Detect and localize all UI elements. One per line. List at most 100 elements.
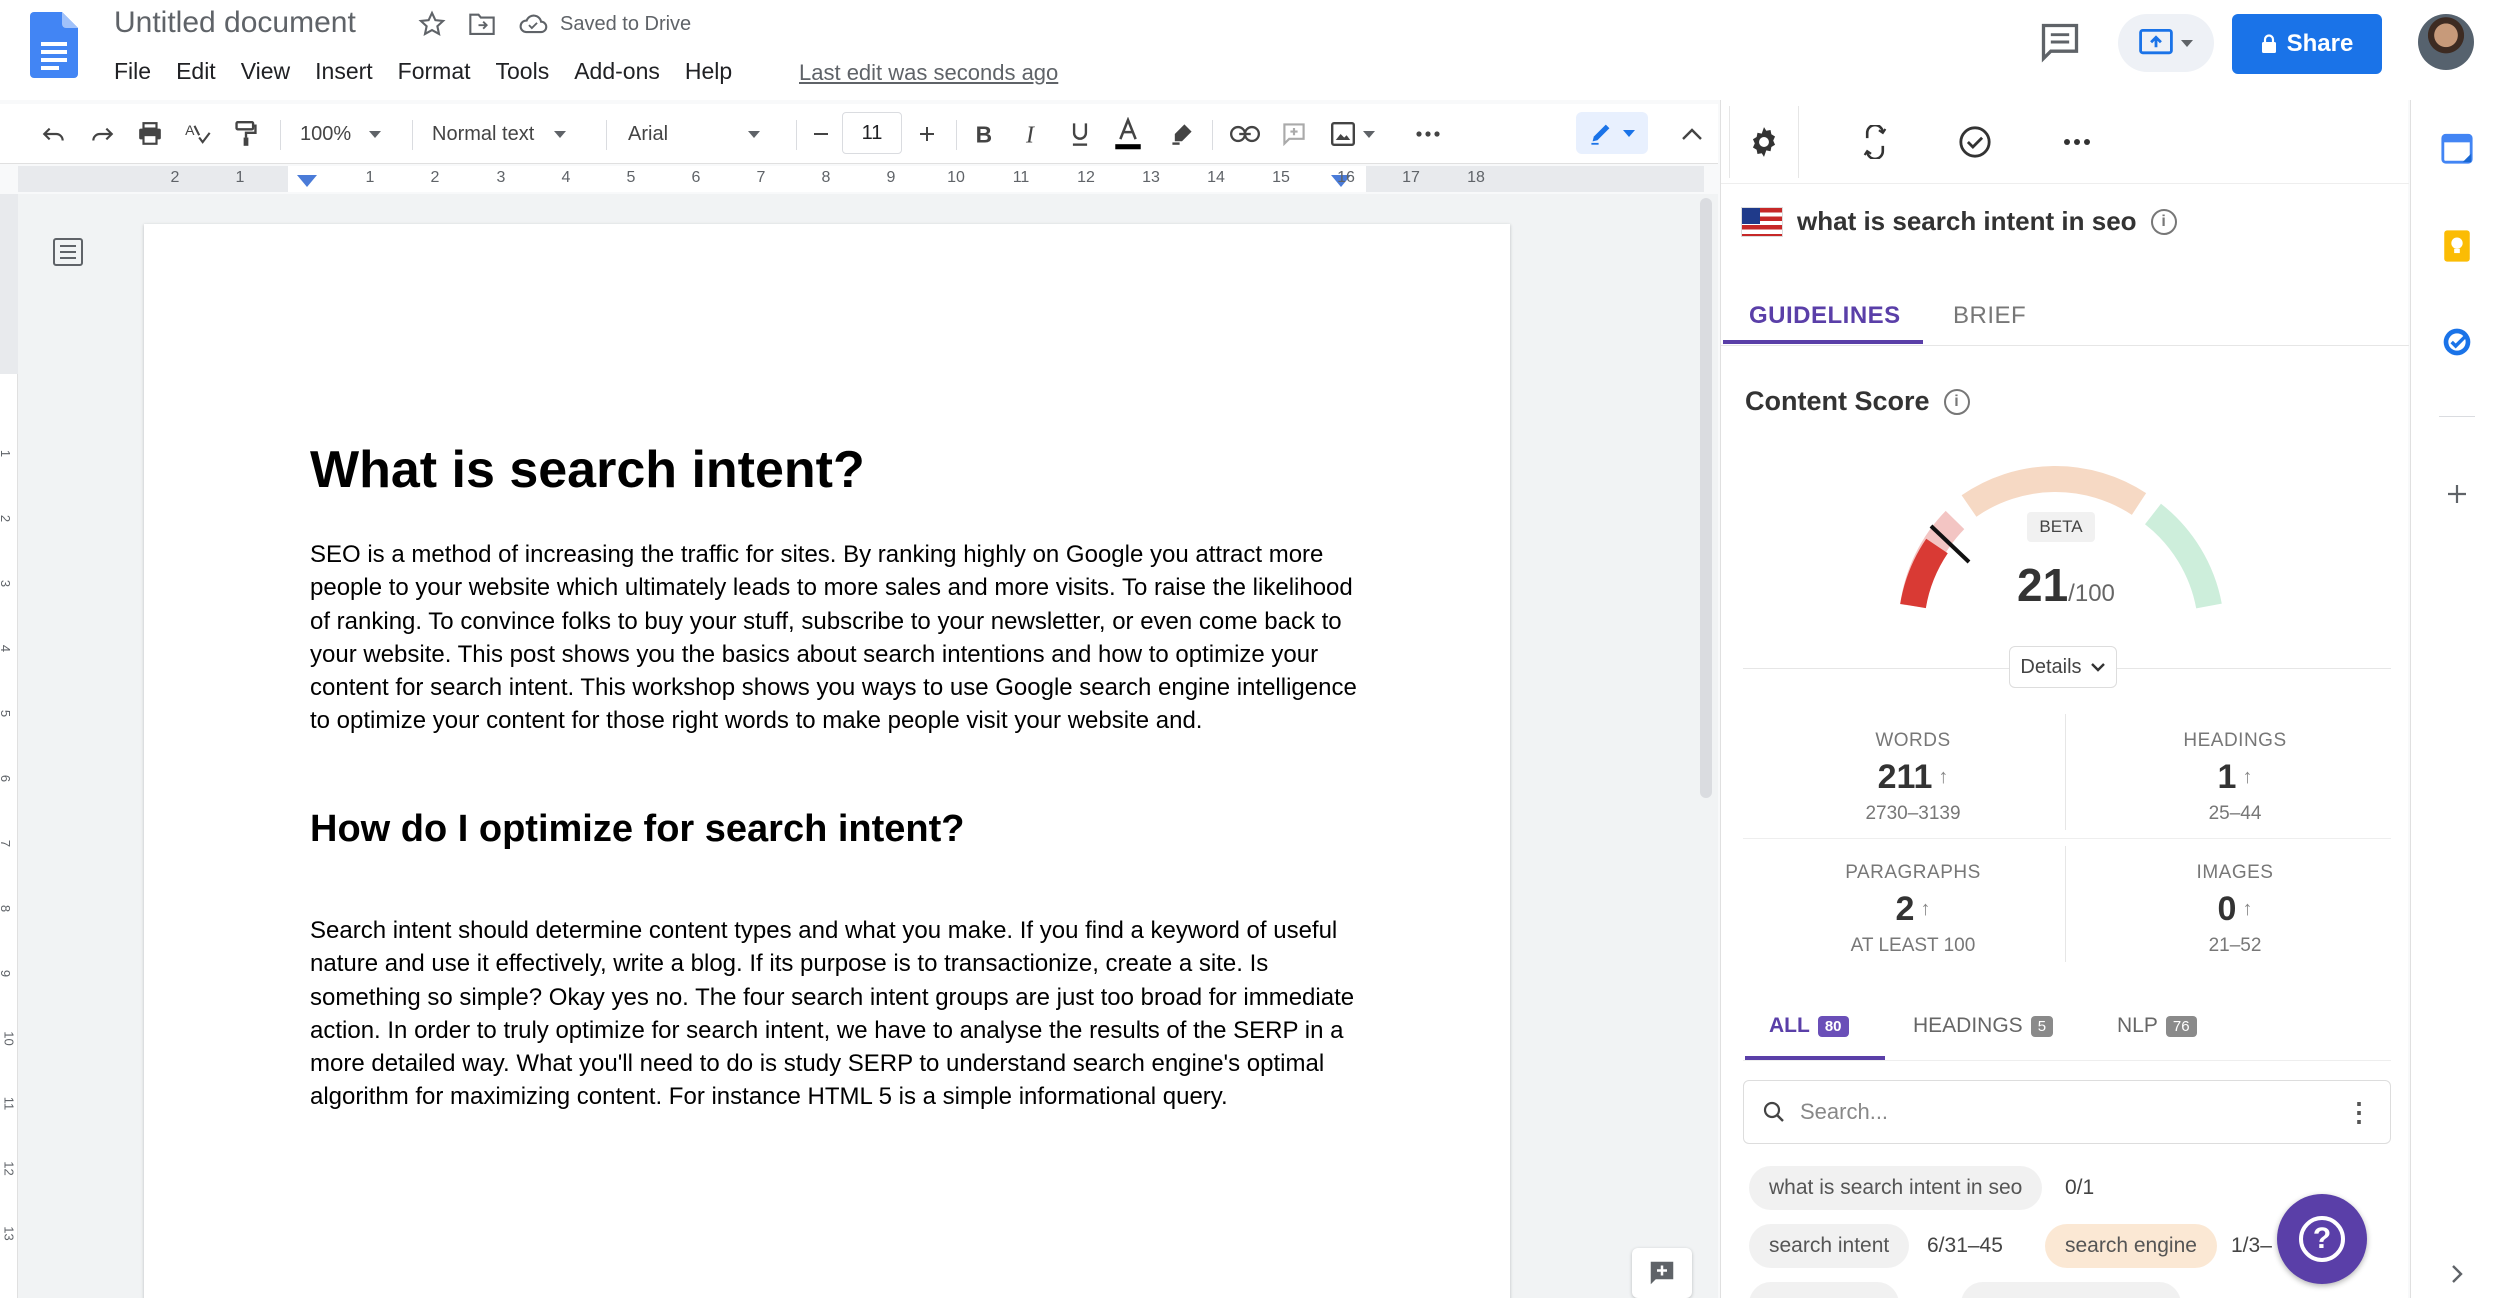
star-icon[interactable] (418, 10, 446, 38)
search-icon (1763, 1101, 1784, 1122)
keep-icon[interactable] (2439, 228, 2475, 264)
menu-format[interactable]: Format (398, 58, 471, 85)
stat-headings-range: 25–44 (2208, 803, 2262, 824)
ruler-number: 8 (0, 905, 13, 912)
insert-link-icon[interactable] (1226, 116, 1264, 152)
keyword-row: what is search intent in seo i (1741, 206, 2177, 237)
horizontal-ruler[interactable]: 2 1 1 2 3 4 5 6 7 8 9 10 11 12 13 14 15 … (18, 166, 1704, 192)
expand-panel-chevron-icon[interactable] (2439, 1256, 2475, 1292)
details-button[interactable]: Details (2009, 646, 2117, 688)
increase-font-size-icon[interactable] (912, 116, 942, 152)
score-number: 21 (2017, 559, 2069, 611)
document-canvas: What is search intent? SEO is a method o… (18, 194, 1718, 1298)
italic-icon[interactable]: I (1016, 116, 1048, 152)
share-label: Share (2286, 30, 2354, 57)
ruler-number: 11 (1, 1096, 17, 1111)
add-comment-button[interactable] (1632, 1248, 1692, 1298)
document-heading-1[interactable]: What is search intent? (310, 440, 865, 500)
term-chip[interactable]: search intent (1749, 1224, 1910, 1268)
present-button[interactable] (2118, 14, 2214, 72)
redo-icon[interactable] (84, 116, 120, 152)
document-paragraph-2[interactable]: Search intent should determine content t… (310, 914, 1370, 1114)
share-button[interactable]: Share (2232, 14, 2382, 74)
search-options-icon[interactable]: ⋮ (2346, 1097, 2372, 1128)
stats-divider-h (1743, 838, 2391, 839)
gear-icon (1752, 127, 1776, 157)
paragraph-style-select[interactable]: Normal text (432, 116, 592, 152)
us-flag-icon[interactable] (1741, 206, 1783, 237)
insert-comment-icon[interactable] (1276, 116, 1312, 152)
font-family-select[interactable]: Arial (628, 116, 788, 152)
term-count: 0/1 (2065, 1176, 2095, 1199)
tab-guidelines[interactable]: GUIDELINES (1749, 302, 1901, 330)
content-score-info-icon[interactable]: i (1943, 388, 1970, 415)
bold-icon[interactable]: B (968, 116, 1000, 152)
document-scrollbar[interactable] (1700, 198, 1712, 798)
term-chip-partial[interactable] (1749, 1282, 1899, 1298)
paint-format-icon[interactable] (228, 116, 264, 152)
more-options-icon[interactable] (1410, 116, 1446, 152)
left-indent-marker-icon[interactable] (296, 174, 318, 188)
menu-file[interactable]: File (114, 58, 151, 85)
ruler-number: 16 (1337, 169, 1355, 186)
vertical-ruler[interactable]: 1 2 3 4 5 6 7 8 9 10 11 12 13 (0, 194, 18, 1298)
filter-tab-all[interactable]: ALL 80 (1769, 1014, 1849, 1038)
move-folder-icon[interactable] (468, 11, 496, 37)
filter-tab-nlp[interactable]: NLP 76 (2117, 1014, 2197, 1038)
menu-help[interactable]: Help (685, 58, 732, 85)
document-paragraph-1[interactable]: SEO is a method of increasing the traffi… (310, 538, 1370, 738)
zoom-value: 100% (300, 122, 352, 145)
docs-logo-icon[interactable] (30, 12, 78, 78)
font-size-input[interactable]: 11 (842, 112, 902, 154)
zoom-select[interactable]: 100% (300, 116, 400, 152)
present-icon (2139, 29, 2173, 55)
beta-badge: BETA (2027, 512, 2095, 542)
settings-button[interactable] (1729, 106, 1799, 178)
sync-icon[interactable] (1853, 120, 1897, 164)
ruler-number: 6 (691, 169, 701, 186)
menu-edit[interactable]: Edit (176, 58, 216, 85)
term-search: ⋮ (1743, 1080, 2391, 1144)
stat-words-range: 2730–3139 (1865, 803, 1961, 824)
tasks-icon[interactable] (2439, 324, 2475, 360)
info-icon[interactable]: i (2150, 208, 2177, 235)
present-dropdown-icon (2181, 39, 2193, 47)
spellcheck-icon[interactable]: A (180, 116, 216, 152)
check-circle-icon[interactable] (1953, 120, 1997, 164)
highlight-color-icon[interactable] (1164, 116, 1200, 152)
font-family-value: Arial (628, 122, 669, 145)
menu-view[interactable]: View (241, 58, 290, 85)
add-addon-icon[interactable] (2439, 476, 2475, 512)
tab-brief[interactable]: BRIEF (1953, 302, 2026, 330)
term-chip[interactable]: what is search intent in seo (1749, 1166, 2043, 1210)
decrease-font-size-icon[interactable] (806, 116, 836, 152)
document-outline-icon[interactable] (52, 236, 84, 268)
term-chip-partial[interactable] (1961, 1282, 2181, 1298)
last-edit-link[interactable]: Last edit was seconds ago (799, 60, 1058, 86)
text-color-icon[interactable] (1110, 116, 1146, 152)
filter-tab-headings[interactable]: HEADINGS 5 (1913, 1014, 2054, 1038)
editing-mode-button[interactable] (1576, 112, 1648, 154)
ruler-number: 9 (886, 169, 896, 186)
insert-image-button[interactable] (1326, 116, 1380, 152)
document-heading-2[interactable]: How do I optimize for search intent? (310, 808, 964, 851)
menu-tools[interactable]: Tools (496, 58, 550, 85)
menu-addons[interactable]: Add-ons (574, 58, 660, 85)
panel-more-icon[interactable] (2055, 120, 2099, 164)
menu-insert[interactable]: Insert (315, 58, 373, 85)
ruler-number: 3 (496, 169, 506, 186)
user-avatar[interactable] (2418, 14, 2474, 70)
print-icon[interactable] (132, 116, 168, 152)
cloud-saved-icon[interactable] (518, 12, 548, 36)
collapse-menus-icon[interactable] (1674, 116, 1710, 152)
undo-icon[interactable] (36, 116, 72, 152)
help-button[interactable]: ? (2277, 1194, 2367, 1284)
term-chip[interactable]: search engine (2045, 1224, 2217, 1268)
term-search-input[interactable] (1800, 1099, 2332, 1125)
document-page[interactable]: What is search intent? SEO is a method o… (144, 224, 1510, 1298)
calendar-icon[interactable] (2439, 130, 2475, 166)
underline-icon[interactable] (1064, 116, 1096, 152)
arrow-up-icon: ↑ (2242, 766, 2253, 788)
comment-history-icon[interactable] (2038, 20, 2082, 64)
document-title[interactable]: Untitled document (114, 6, 356, 40)
